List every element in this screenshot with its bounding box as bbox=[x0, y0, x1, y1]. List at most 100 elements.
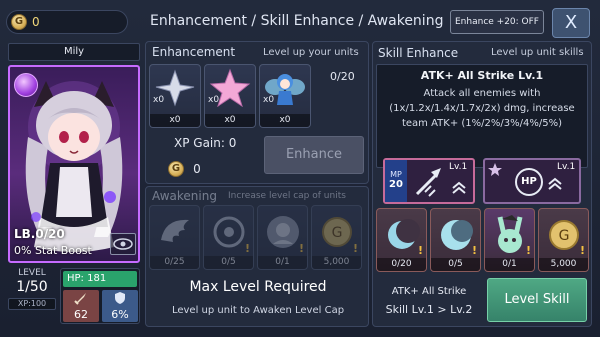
skill-subtitle: Level up unit skills bbox=[491, 47, 584, 58]
skill-title: Skill Enhance bbox=[378, 46, 459, 60]
level-box: LEVEL 1/50 XP:100 bbox=[8, 268, 56, 322]
awaken-item-shard[interactable]: ! 0/1 bbox=[257, 205, 308, 270]
skill2-level: Lv.1 bbox=[557, 162, 576, 172]
strike-skill-icon bbox=[415, 168, 441, 197]
awaken-item-wing[interactable]: 0/25 bbox=[149, 205, 200, 270]
def-stat: 6% bbox=[102, 290, 138, 322]
gold-coin-icon: G bbox=[11, 14, 27, 30]
enhancement-panel: Enhancement Level up your units x0 x0 x0… bbox=[145, 41, 369, 184]
eye-icon bbox=[113, 238, 133, 250]
item-count: 0/20 bbox=[377, 258, 426, 271]
skill-item-bunny[interactable]: ! 0/1 bbox=[484, 208, 535, 272]
item-count: 0/1 bbox=[258, 256, 307, 269]
xp-value: XP:100 bbox=[17, 299, 47, 308]
alert-icon: ! bbox=[525, 244, 531, 257]
close-button[interactable]: X bbox=[552, 8, 590, 38]
enhance-item-fairy-unit[interactable]: x0 x0 bbox=[259, 64, 311, 128]
view-button[interactable] bbox=[110, 233, 136, 255]
stats-box: HP: 181 62 6% bbox=[60, 268, 140, 324]
star-badge-icon bbox=[488, 163, 502, 176]
awakening-title: Awakening bbox=[152, 189, 217, 203]
mp-value: 20 bbox=[389, 179, 403, 190]
skill-item-moon[interactable]: ! 0/20 bbox=[376, 208, 427, 272]
enhance-item-silver-star[interactable]: x0 x0 bbox=[149, 64, 201, 128]
max-level-desc: Level up unit to Awaken Level Cap bbox=[171, 305, 345, 316]
level-label: LEVEL bbox=[18, 268, 46, 278]
enhance-button[interactable]: Enhance bbox=[264, 136, 364, 174]
item-count: 5,000 bbox=[539, 258, 588, 271]
enhancement-screen: { "topbar": { "gold_value": "0", "title"… bbox=[0, 0, 600, 337]
skill-description: Attack all enemies with (1x/1.2x/1.4x/1.… bbox=[389, 88, 575, 129]
item-count: x0 bbox=[263, 95, 275, 105]
skill1-level: Lv.1 bbox=[449, 162, 468, 172]
stat-boost-label: 0% Stat Boost bbox=[14, 244, 92, 257]
upgrade-chevron-icon bbox=[452, 181, 466, 194]
alert-icon: ! bbox=[298, 242, 304, 255]
item-count: 0/25 bbox=[150, 256, 199, 269]
skill-footer-levels: Skill Lv.1 > Lv.2 bbox=[385, 303, 473, 316]
max-level-title: Max Level Required bbox=[189, 279, 327, 295]
xp-bar: XP:100 bbox=[8, 298, 56, 310]
hp-skill-label: HP bbox=[521, 176, 537, 187]
item-count: 5,000 bbox=[312, 256, 361, 269]
level-value: 1/50 bbox=[16, 279, 48, 295]
skill-item-moon-orb[interactable]: ! 0/5 bbox=[430, 208, 481, 272]
skill-slot-1[interactable]: MP 20 Lv.1 bbox=[383, 158, 475, 204]
character-name-bar: Mily bbox=[8, 43, 140, 61]
page-title: Enhancement / Skill Enhance / Awakening bbox=[150, 13, 444, 29]
alert-icon: ! bbox=[579, 244, 585, 257]
atk-value: 62 bbox=[74, 308, 88, 321]
character-card[interactable]: LB.0/20 0% Stat Boost bbox=[8, 65, 140, 263]
alert-icon: ! bbox=[471, 244, 477, 257]
sword-icon bbox=[74, 293, 86, 305]
skill-slot-2[interactable]: HP Lv.1 bbox=[483, 158, 581, 204]
awaken-item-gold[interactable]: G ! 5,000 bbox=[311, 205, 362, 270]
enhance-cost-value: 0 bbox=[193, 161, 201, 176]
mp-badge: MP 20 bbox=[385, 160, 407, 202]
skill-description-box: ATK+ All Strike Lv.1 Attack all enemies … bbox=[376, 64, 588, 168]
item-count: 0/5 bbox=[431, 258, 480, 271]
item-owned: x0 bbox=[260, 114, 310, 127]
close-icon: X bbox=[564, 12, 578, 33]
def-value: 6% bbox=[111, 308, 129, 321]
shield-icon bbox=[115, 292, 125, 304]
mp-label: MP bbox=[390, 170, 402, 179]
item-owned: x0 bbox=[205, 114, 255, 127]
character-name: Mily bbox=[63, 46, 85, 57]
hp-skill-icon: HP bbox=[515, 168, 543, 196]
gold-value: 0 bbox=[32, 15, 40, 29]
enhance-plus20-toggle[interactable]: Enhance +20: OFF bbox=[450, 10, 544, 34]
level-skill-button[interactable]: Level Skill bbox=[487, 278, 587, 322]
skill-name: ATK+ All Strike Lv.1 bbox=[420, 69, 544, 82]
alert-icon: ! bbox=[244, 242, 250, 255]
wing-fragment-icon bbox=[161, 219, 189, 242]
alert-icon: ! bbox=[417, 244, 423, 257]
enhancement-subtitle: Level up your units bbox=[263, 47, 359, 58]
hp-value: HP: 181 bbox=[67, 273, 107, 284]
skill-panel: Skill Enhance Level up unit skills ATK+ … bbox=[372, 41, 592, 327]
limit-break-label: LB.0/20 bbox=[14, 227, 65, 241]
enhance-item-pink-star[interactable]: x0 x0 bbox=[204, 64, 256, 128]
awakening-panel: Awakening Increase level cap of units 0/… bbox=[145, 186, 369, 327]
item-count: x0 bbox=[208, 95, 220, 105]
gold-coin-icon: G bbox=[168, 160, 184, 177]
enhancement-title: Enhancement bbox=[152, 45, 236, 59]
skill-footer-name: ATK+ All Strike bbox=[391, 286, 467, 297]
awaken-item-orb[interactable]: ! 0/5 bbox=[203, 205, 254, 270]
alert-icon: ! bbox=[352, 242, 358, 255]
atk-stat: 62 bbox=[63, 290, 99, 322]
enhance-button-label: Enhance bbox=[285, 147, 343, 162]
awakening-subtitle: Increase level cap of units bbox=[228, 191, 346, 201]
enhance-cost: G 0 bbox=[168, 158, 201, 178]
gold-counter: G 0 bbox=[6, 10, 128, 34]
skill-item-gold[interactable]: G ! 5,000 bbox=[538, 208, 589, 272]
svg-text:G: G bbox=[559, 228, 570, 244]
xp-gain-label: XP Gain: 0 bbox=[174, 136, 237, 150]
item-count: 0/5 bbox=[204, 256, 253, 269]
hp-bar: HP: 181 bbox=[63, 271, 137, 287]
item-count: x0 bbox=[153, 95, 165, 105]
item-owned: x0 bbox=[150, 114, 200, 127]
element-badge-icon bbox=[14, 73, 38, 97]
enhance-progress: 0/20 bbox=[330, 70, 355, 83]
level-skill-label: Level Skill bbox=[504, 292, 570, 307]
